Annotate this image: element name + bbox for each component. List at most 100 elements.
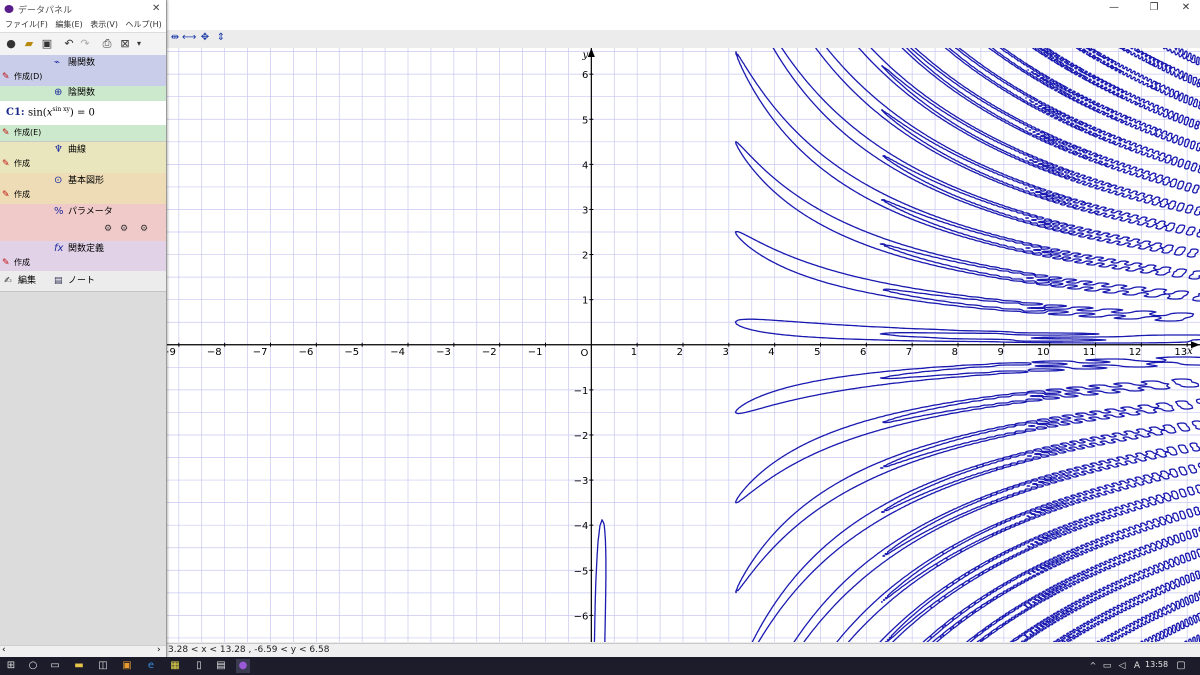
implicit-item-c1[interactable]: C1: sin(xsin xy) = 0 — [0, 101, 166, 125]
function-def-icon: fx — [54, 243, 64, 254]
section-implicit-header[interactable]: ⊕ 陰関数 — [0, 86, 166, 100]
pen-icon: ✎ — [2, 159, 10, 169]
grapes-app-icon[interactable]: ● — [236, 659, 250, 673]
y-axis-arrow — [587, 48, 595, 57]
print-icon[interactable]: ⎙ — [100, 37, 114, 51]
section-parameter-header[interactable]: % パラメータ — [0, 205, 166, 219]
tray-chevron-icon[interactable]: ^ — [1086, 659, 1100, 673]
make-basic-shape-label: 作成 — [14, 190, 30, 199]
menu-view[interactable]: 表示(V) — [90, 20, 118, 29]
make-explicit-label: 作成(D) — [14, 72, 43, 81]
pen-icon: ✎ — [2, 190, 10, 200]
scroll-left-icon[interactable]: ‹ — [2, 645, 6, 655]
x-tick-label: −6 — [299, 347, 314, 358]
notification-icon[interactable]: ▢ — [1174, 659, 1188, 673]
section-basic-shape-header[interactable]: ⊙ 基本図形 — [0, 174, 166, 188]
volume-icon[interactable]: ◁ — [1115, 659, 1129, 673]
chevron-down-icon[interactable]: ▾ — [132, 37, 146, 51]
range-readout: 3.28 < x < 13.28 , -6.59 < y < 6.58 — [168, 645, 330, 655]
parameter-add-slider-icon[interactable]: ⚙ — [104, 224, 112, 234]
app-icon-3[interactable]: ▯ — [192, 659, 206, 673]
section-basic-shape-label: 基本図形 — [68, 176, 105, 186]
fit-height-icon[interactable]: ⇕ — [214, 31, 228, 45]
make-implicit-button[interactable]: ✎ 作成(E) — [2, 127, 41, 139]
x-tick-label: 13 — [1174, 347, 1187, 358]
curve-icon: ♆ — [54, 144, 63, 155]
x-tick-label: 12 — [1129, 347, 1142, 358]
plot-svg[interactable]: −9−8−7−6−5−4−3−2−112345678910111213−6−5−… — [166, 48, 1200, 642]
note-button[interactable]: ノート — [68, 271, 95, 291]
x-tick-label: −2 — [482, 347, 497, 358]
section-function-def: fx 関数定義 ✎ 作成 — [0, 241, 166, 272]
task-view-icon[interactable]: ▭ — [48, 659, 62, 673]
x-tick-label: −8 — [207, 347, 222, 358]
section-curve-header[interactable]: ♆ 曲線 — [0, 143, 166, 157]
pen-icon: ✎ — [2, 258, 10, 268]
x-tick-label: −3 — [436, 347, 451, 358]
y-tick-label: 1 — [582, 296, 588, 307]
x-axis-label: x — [1187, 346, 1193, 357]
search-icon[interactable]: ○ — [26, 659, 40, 673]
x-tick-label: −7 — [253, 347, 268, 358]
make-basic-shape-button[interactable]: ✎ 作成 — [2, 189, 30, 201]
make-explicit-button[interactable]: ✎ 作成(D) — [2, 71, 42, 83]
edge-browser-icon[interactable]: e — [144, 659, 158, 673]
pen-icon: ✎ — [2, 128, 10, 138]
app-icon-2[interactable]: ▦ — [168, 659, 182, 673]
close-button[interactable]: ✕ — [1172, 0, 1200, 14]
y-tick-label: −2 — [574, 431, 589, 442]
y-tick-label: 2 — [582, 251, 588, 262]
x-tick-label: −4 — [390, 347, 405, 358]
x-tick-label: 10 — [1037, 347, 1050, 358]
fit-both-icon[interactable]: ⟷ — [182, 31, 196, 45]
maximize-button[interactable]: ❐ — [1140, 0, 1168, 14]
graph-toolbar: ⇹ ⟷ ✥ ⇕ — [166, 30, 1200, 49]
scroll-right-icon[interactable]: › — [157, 645, 161, 655]
redo-icon[interactable]: ↷ — [78, 37, 92, 51]
save-icon[interactable]: ▣ — [40, 37, 54, 51]
x-tick-label: 2 — [677, 347, 683, 358]
c1-id: C1: — [6, 107, 25, 118]
x-tick-label: 5 — [814, 347, 820, 358]
make-curve-button[interactable]: ✎ 作成 — [2, 158, 30, 170]
new-icon[interactable]: ● — [4, 37, 18, 51]
parameter-add-animate-icon[interactable]: ⚙ — [140, 224, 148, 234]
graph-canvas[interactable]: −9−8−7−6−5−4−3−2−112345678910111213−6−5−… — [166, 48, 1200, 642]
minimize-button[interactable]: — — [1100, 0, 1128, 14]
x-tick-label: −1 — [528, 347, 543, 358]
parameter-add-range-icon[interactable]: ⚙ — [120, 224, 128, 234]
section-curve-label: 曲線 — [68, 145, 87, 155]
make-function-def-button[interactable]: ✎ 作成 — [2, 257, 30, 269]
x-tick-label: −5 — [344, 347, 359, 358]
ime-icon[interactable]: A — [1130, 659, 1144, 673]
section-implicit-footer: ✎ 作成(E) — [0, 125, 166, 142]
zoom-vertical-icon[interactable]: ✥ — [198, 31, 212, 45]
section-explicit-label: 陽関数 — [68, 58, 96, 68]
menu-edit[interactable]: 編集(E) — [55, 20, 82, 29]
status-bar: 3.28 < x < 13.28 , -6.59 < y < 6.58 — [166, 643, 1200, 657]
section-basic-shape: ⊙ 基本図形 ✎ 作成 — [0, 173, 166, 205]
section-function-def-header[interactable]: fx 関数定義 — [0, 242, 166, 256]
section-explicit-header[interactable]: ⌁ 陽関数 — [0, 56, 166, 70]
file-explorer-icon[interactable]: ▬ — [72, 659, 86, 673]
app-icon-1[interactable]: ▣ — [120, 659, 134, 673]
section-explicit: ⌁ 陽関数 ✎ 作成(D) — [0, 55, 166, 87]
data-panel-titlebar[interactable]: データパネル ✕ — [0, 0, 166, 18]
settings-icon[interactable]: ⊠ — [118, 37, 132, 51]
store-icon[interactable]: ◫ — [96, 659, 110, 673]
network-icon[interactable]: ▭ — [1100, 659, 1114, 673]
edit-button[interactable]: 編集 — [18, 271, 36, 291]
windows-start-icon[interactable]: ⊞ — [4, 659, 18, 673]
minimize-icon: — — [1109, 1, 1119, 13]
undo-icon[interactable]: ↶ — [62, 37, 76, 51]
formula-func: sin — [28, 107, 43, 119]
y-tick-label: −1 — [574, 386, 589, 397]
open-folder-icon[interactable]: ▰ — [22, 37, 36, 51]
panel-close-icon[interactable]: ✕ — [152, 3, 160, 14]
taskbar-clock[interactable]: 13:58 — [1145, 660, 1168, 669]
menu-help[interactable]: ヘルプ(H) — [126, 20, 162, 29]
menu-file[interactable]: ファイル(F) — [5, 20, 48, 29]
fit-width-icon[interactable]: ⇹ — [168, 31, 182, 45]
section-parameter: % パラメータ ⚙ ⚙ ⚙ — [0, 204, 166, 242]
app-icon-4[interactable]: ▤ — [214, 659, 228, 673]
